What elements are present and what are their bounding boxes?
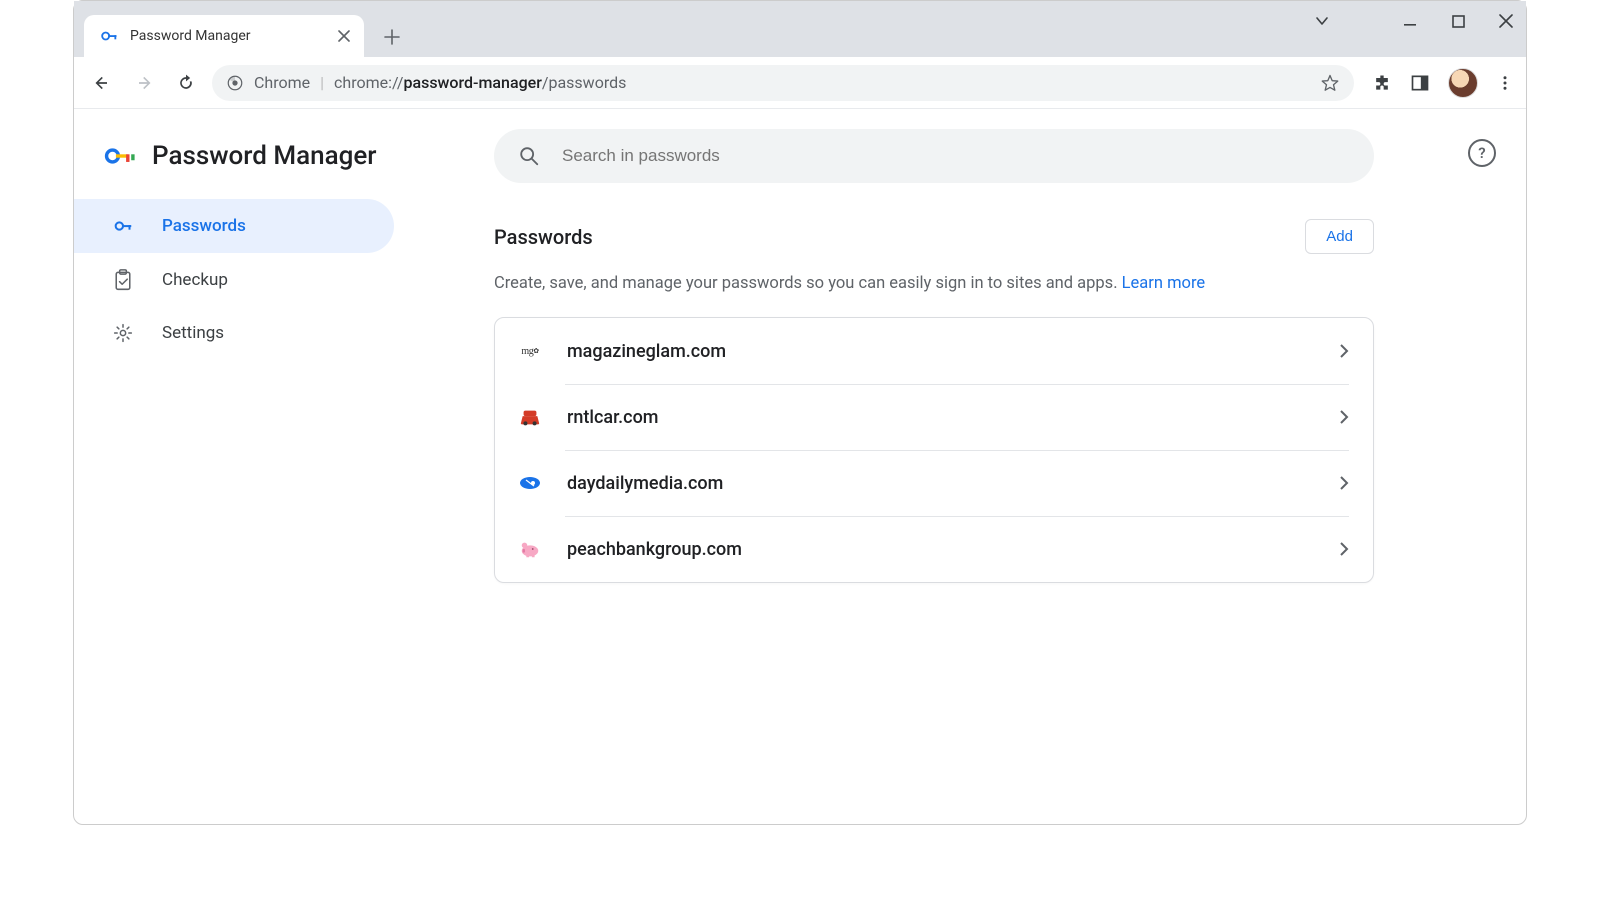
site-domain: peachbankgroup.com: [567, 539, 1313, 560]
search-input[interactable]: [562, 146, 1350, 166]
sidebar-item-passwords[interactable]: Passwords: [74, 199, 394, 253]
site-favicon: mg✿: [519, 340, 541, 362]
sidebar-item-label: Checkup: [162, 270, 228, 290]
site-domain: daydailymedia.com: [567, 473, 1313, 494]
sidebar-item-label: Passwords: [162, 216, 246, 236]
sidebar-nav: Passwords Checkup Settings: [74, 199, 494, 359]
chevron-right-icon: [1339, 476, 1349, 490]
app-title: Password Manager: [152, 141, 376, 171]
window-controls: [1308, 7, 1520, 35]
site-domain: magazineglam.com: [567, 341, 1313, 362]
site-favicon: [519, 406, 541, 428]
learn-more-link[interactable]: Learn more: [1122, 274, 1205, 293]
address-bar[interactable]: Chrome | chrome://password-manager/passw…: [212, 65, 1354, 101]
tab-dropdown-icon[interactable]: [1308, 7, 1336, 35]
nav-reload-button[interactable]: [170, 67, 202, 99]
omnibox-separator: |: [320, 73, 324, 92]
password-row[interactable]: mg✿ magazineglam.com: [495, 318, 1373, 384]
gear-icon: [112, 323, 134, 343]
site-favicon: [519, 472, 541, 494]
password-row[interactable]: daydailymedia.com: [495, 450, 1373, 516]
password-row[interactable]: rntlcar.com: [495, 384, 1373, 450]
chevron-right-icon: [1339, 344, 1349, 358]
site-favicon: [519, 538, 541, 560]
profile-avatar[interactable]: [1448, 68, 1478, 98]
site-domain: rntlcar.com: [567, 407, 1313, 428]
window-minimize-icon[interactable]: [1396, 7, 1424, 35]
new-tab-button[interactable]: [374, 19, 410, 55]
sidebar-item-label: Settings: [162, 323, 224, 343]
nav-back-button[interactable]: [86, 67, 118, 99]
bookmark-star-icon[interactable]: [1320, 73, 1340, 93]
section-title: Passwords: [494, 225, 593, 249]
add-password-button[interactable]: Add: [1305, 219, 1374, 254]
menu-icon[interactable]: [1496, 74, 1514, 92]
tab-title: Password Manager: [130, 28, 328, 44]
search-bar[interactable]: [494, 129, 1374, 183]
chevron-right-icon: [1339, 410, 1349, 424]
chevron-right-icon: [1339, 542, 1349, 556]
password-list: mg✿ magazineglam.com rntlcar.com daydail…: [494, 317, 1374, 583]
key-icon: [112, 215, 134, 237]
omnibox-url: chrome://password-manager/passwords: [334, 73, 626, 92]
app-logo-icon: [104, 144, 138, 168]
sidepanel-icon[interactable]: [1410, 73, 1430, 93]
nav-forward-button[interactable]: [128, 67, 160, 99]
app-brand: Password Manager: [74, 129, 494, 199]
browser-toolbar: Chrome | chrome://password-manager/passw…: [74, 57, 1526, 109]
key-icon: [98, 25, 120, 47]
window-maximize-icon[interactable]: [1444, 7, 1472, 35]
window-close-icon[interactable]: [1492, 7, 1520, 35]
search-icon: [518, 145, 540, 167]
extensions-icon[interactable]: [1372, 73, 1392, 93]
sidebar-item-settings[interactable]: Settings: [74, 307, 394, 359]
site-info-icon: [226, 74, 244, 92]
browser-tab[interactable]: Password Manager: [84, 15, 364, 57]
password-row[interactable]: peachbankgroup.com: [495, 516, 1373, 582]
sidebar-item-checkup[interactable]: Checkup: [74, 253, 394, 307]
help-icon[interactable]: ?: [1468, 139, 1496, 167]
omnibox-label: Chrome: [254, 73, 310, 92]
checkup-icon: [112, 269, 134, 291]
section-subtitle: Create, save, and manage your passwords …: [494, 274, 1374, 293]
tab-close-icon[interactable]: [338, 30, 350, 42]
titlebar: Password Manager: [74, 1, 1526, 57]
